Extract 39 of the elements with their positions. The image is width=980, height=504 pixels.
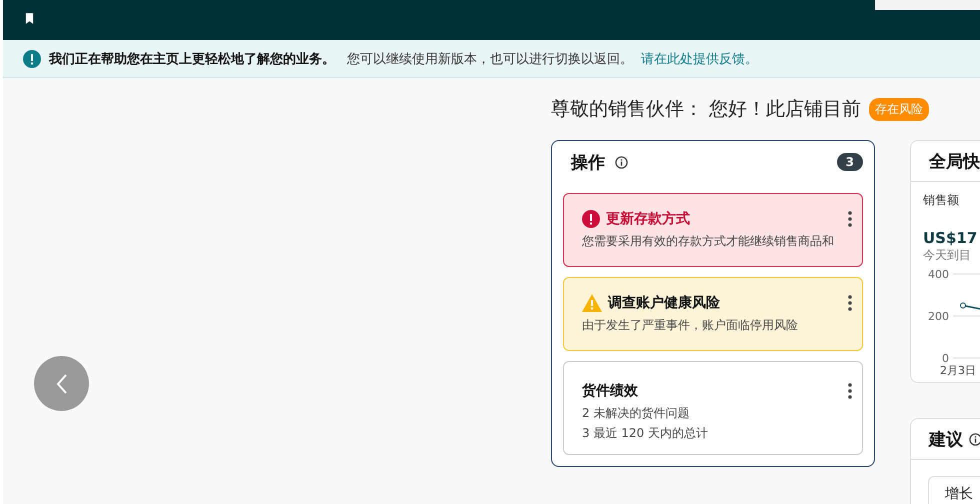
action-description: 2 未解决的货件问题 [582,405,690,422]
info-icon[interactable] [615,156,628,168]
more-options-icon[interactable] [848,295,852,311]
banner-headline: 我们正在帮助您在主页上更轻松地了解您的业务。 [49,50,335,68]
info-icon[interactable] [969,432,980,446]
action-title: 调查账户健康风险 [608,294,720,312]
banner-text: 您可以继续使用新版本，也可以进行切换以返回。 [347,50,633,68]
action-item[interactable]: 调查账户健康风险 由于发生了严重事件，账户面临停用风险 [563,277,863,351]
chevron-left-icon [56,372,68,394]
suggestion-title: 增长 [945,486,973,502]
card-title: 全局快 [929,150,980,172]
action-item[interactable]: 更新存款方式 您需要采用有效的存款方式才能继续销售商品和 [563,193,863,267]
data-point [960,302,966,308]
action-description: 3 最近 120 天内的总计 [582,425,709,442]
more-options-icon[interactable] [848,383,852,399]
action-item[interactable]: 货件绩效 2 未解决的货件问题 3 最近 120 天内的总计 [563,361,863,455]
warning-icon [582,294,602,312]
action-description: 您需要采用有效的存款方式才能继续销售商品和 [582,233,835,250]
metric-label: 销售额 [923,192,960,209]
y-tick-label: 0 [942,352,949,365]
action-title: 更新存款方式 [606,210,690,228]
info-icon [23,50,41,68]
card-title: 操作 [571,152,605,174]
action-description: 由于发生了严重事件，账户面临停用风险 [582,317,799,334]
greeting-text: 尊敬的销售伙伴： 您好！此店铺目前 [551,97,862,122]
metric-caption: 今天到目 [923,247,972,264]
card-title: 建议 [929,428,963,450]
x-tick-label: 2月3日 [940,364,976,377]
bookmark-icon[interactable] [25,13,34,24]
more-options-icon[interactable] [848,211,852,227]
feedback-link[interactable]: 请在此处提供反馈。 [641,50,758,68]
action-title: 货件绩效 [582,382,638,400]
metric-value: US$17 [923,229,978,247]
y-tick-label: 200 [928,310,949,323]
count-badge: 3 [836,153,863,171]
sales-line [962,304,980,312]
y-tick-label: 400 [928,268,949,281]
risk-badge: 存在风险 [869,98,930,120]
error-icon [582,210,600,228]
